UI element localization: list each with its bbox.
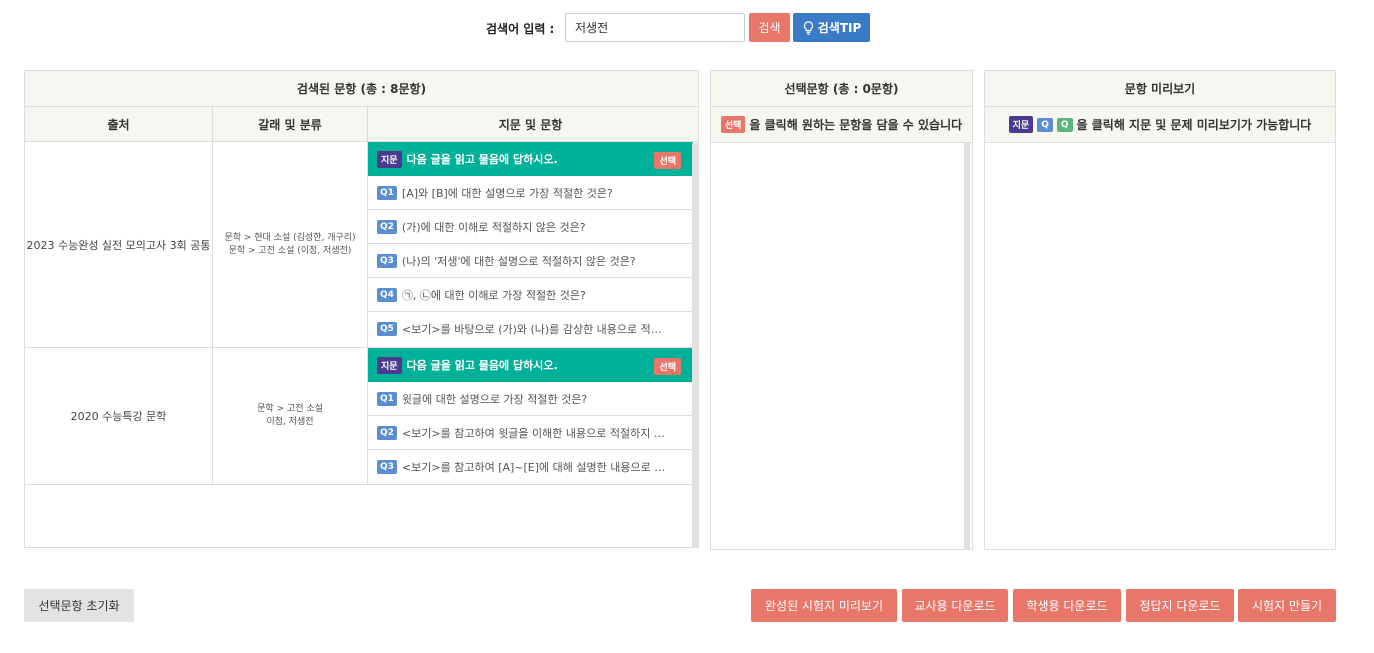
question-text: (나)의 '저생'에 대한 설명으로 적절하지 않은 것은? xyxy=(401,254,636,268)
search-tip-button[interactable]: 검색TIP xyxy=(793,13,870,42)
search-tip-label: 검색TIP xyxy=(817,21,862,35)
selected-panel-title: 선택문항 (총 : 0문항) xyxy=(711,71,972,107)
category-line: 문학 > 고전 소설 (이정, 저생전) xyxy=(228,245,352,256)
question-row[interactable]: Q2 <보기>를 참고하여 윗글을 이해한 내용으로 적절하지 … xyxy=(368,416,693,450)
answer-download-button[interactable]: 정답지 다운로드 xyxy=(1126,589,1234,622)
passage-row[interactable]: 지문 다음 글을 읽고 물음에 답하시오. 선택 xyxy=(368,142,693,176)
passage-text: 다음 글을 읽고 물음에 답하시오. xyxy=(406,153,558,166)
question-tag[interactable]: Q2 xyxy=(377,219,397,234)
question-text: 윗글에 대한 설명으로 가장 적절한 것은? xyxy=(401,392,588,406)
results-scrollbar[interactable] xyxy=(692,143,698,547)
question-tag[interactable]: Q2 xyxy=(377,425,397,440)
passage-tag[interactable]: 지문 xyxy=(377,356,402,374)
search-bar: 검색어 입력 : 검색 검색TIP xyxy=(0,13,1374,43)
column-header-category: 갈래 및 분류 xyxy=(213,107,368,141)
group-source: 2020 수능특강 문학 xyxy=(25,348,213,484)
selected-panel: 선택문항 (총 : 0문항) 선택 을 클릭해 원하는 문항을 담을 수 있습니… xyxy=(710,70,973,550)
lightbulb-icon xyxy=(803,20,813,35)
group-category: 문학 > 고전 소설 이첨, 저생전 xyxy=(213,348,368,484)
question-row[interactable]: Q3 <보기>를 참고하여 [A]~[E]에 대해 설명한 내용으로 … xyxy=(368,450,693,484)
question-tag[interactable]: Q4 xyxy=(377,287,397,302)
category-line: 이첨, 저생전 xyxy=(266,417,314,427)
search-input[interactable] xyxy=(565,13,745,42)
question-text: <보기>를 참고하여 [A]~[E]에 대해 설명한 내용으로 … xyxy=(401,461,666,474)
results-table-header: 출처 갈래 및 분류 지문 및 문항 xyxy=(25,107,698,142)
question-tag[interactable]: Q3 xyxy=(377,253,397,268)
preview-panel: 문항 미리보기 지문 Q Q 을 클릭해 지문 및 문제 미리보기가 가능합니다 xyxy=(984,70,1336,550)
column-header-source: 출처 xyxy=(25,107,213,141)
group-source: 2023 수능완성 실전 모의고사 3회 공통 xyxy=(25,142,213,347)
question-text: <보기>를 참고하여 윗글을 이해한 내용으로 적절하지 … xyxy=(401,426,665,440)
group-category: 문학 > 현대 소설 (김성한, 개구리) 문학 > 고전 소설 (이정, 저생… xyxy=(213,142,368,347)
question-row[interactable]: Q1 [A]와 [B]에 대한 설명으로 가장 적절한 것은? xyxy=(368,176,693,210)
question-row[interactable]: Q4 ㉠, ㉡에 대한 이해로 가장 적절한 것은? xyxy=(368,278,693,312)
hint-select-tag: 선택 xyxy=(720,116,746,133)
select-button[interactable]: 선택 xyxy=(654,152,681,169)
selected-scrollbar[interactable] xyxy=(964,143,970,549)
search-button[interactable]: 검색 xyxy=(749,13,790,42)
results-panel: 검색된 문항 (총 : 8문항) 출처 갈래 및 분류 지문 및 문항 2023… xyxy=(24,70,699,548)
select-button[interactable]: 선택 xyxy=(654,358,681,375)
hint-question-tag: Q xyxy=(1056,117,1073,132)
hint-text: 을 클릭해 원하는 문항을 담을 수 있습니다 xyxy=(749,118,963,132)
preview-panel-hint: 지문 Q Q 을 클릭해 지문 및 문제 미리보기가 가능합니다 xyxy=(985,107,1335,143)
hint-question-tag: Q xyxy=(1037,117,1053,132)
preview-panel-title: 문항 미리보기 xyxy=(985,71,1335,107)
question-text: ㉠, ㉡에 대한 이해로 가장 적절한 것은? xyxy=(401,288,586,302)
question-tag[interactable]: Q3 xyxy=(377,460,397,474)
group-items: 지문 다음 글을 읽고 물음에 답하시오. 선택 Q1 윗글에 대한 설명으로 가… xyxy=(368,348,693,484)
result-group: 2023 수능완성 실전 모의고사 3회 공통 문학 > 현대 소설 (김성한,… xyxy=(25,142,698,348)
category-line: 문학 > 현대 소설 (김성한, 개구리) xyxy=(224,232,356,243)
result-group: 2020 수능특강 문학 문학 > 고전 소설 이첨, 저생전 지문 다음 글을… xyxy=(25,348,698,485)
passage-text: 다음 글을 읽고 물음에 답하시오. xyxy=(406,359,558,372)
reset-selection-button[interactable]: 선택문항 초기화 xyxy=(24,589,134,622)
column-header-items: 지문 및 문항 xyxy=(498,117,563,132)
question-row[interactable]: Q2 (가)에 대한 이해로 적절하지 않은 것은? xyxy=(368,210,693,244)
question-row[interactable]: Q3 (나)의 '저생'에 대한 설명으로 적절하지 않은 것은? xyxy=(368,244,693,278)
question-text: <보기>를 바탕으로 (가)와 (나)를 감상한 내용으로 적… xyxy=(401,323,662,336)
student-download-button[interactable]: 학생용 다운로드 xyxy=(1013,589,1121,622)
selected-panel-hint: 선택 을 클릭해 원하는 문항을 담을 수 있습니다 xyxy=(711,107,972,143)
question-tag[interactable]: Q1 xyxy=(377,391,397,406)
question-row[interactable]: Q1 윗글에 대한 설명으로 가장 적절한 것은? xyxy=(368,382,693,416)
hint-text: 을 클릭해 지문 및 문제 미리보기가 가능합니다 xyxy=(1076,118,1312,132)
question-text: [A]와 [B]에 대한 설명으로 가장 적절한 것은? xyxy=(401,186,613,200)
question-row[interactable]: Q5 <보기>를 바탕으로 (가)와 (나)를 감상한 내용으로 적… xyxy=(368,312,693,346)
question-text: (가)에 대한 이해로 적절하지 않은 것은? xyxy=(401,220,586,234)
group-items: 지문 다음 글을 읽고 물음에 답하시오. 선택 Q1 [A]와 [B]에 대한 … xyxy=(368,142,693,347)
category-line: 문학 > 고전 소설 xyxy=(257,404,323,414)
passage-row[interactable]: 지문 다음 글을 읽고 물음에 답하시오. 선택 xyxy=(368,348,693,382)
hint-passage-tag: 지문 xyxy=(1008,116,1034,133)
passage-tag[interactable]: 지문 xyxy=(377,150,402,168)
results-panel-title: 검색된 문항 (총 : 8문항) xyxy=(25,71,698,107)
make-exam-button[interactable]: 시험지 만들기 xyxy=(1238,589,1336,622)
preview-exam-button[interactable]: 완성된 시험지 미리보기 xyxy=(751,589,897,622)
question-tag[interactable]: Q5 xyxy=(377,322,397,336)
search-label: 검색어 입력 : xyxy=(486,22,555,36)
teacher-download-button[interactable]: 교사용 다운로드 xyxy=(902,589,1008,622)
question-tag[interactable]: Q1 xyxy=(377,185,397,200)
